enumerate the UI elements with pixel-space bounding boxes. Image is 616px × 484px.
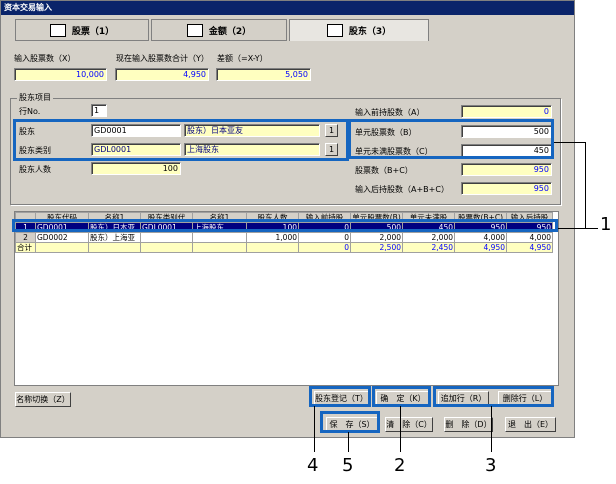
clear-button[interactable]: 清 除（C） bbox=[385, 417, 433, 432]
table-cell bbox=[140, 232, 193, 243]
current-total-label: 现在输入股票数合计（Y） bbox=[116, 54, 209, 63]
card-icon bbox=[326, 24, 343, 37]
highlight-box-confirm bbox=[372, 386, 431, 407]
highlight-box-save bbox=[320, 411, 380, 433]
row-no-label: 行No. bbox=[19, 107, 41, 116]
delete-button[interactable]: 删 除（D） bbox=[444, 417, 493, 432]
section-title: 股东项目 bbox=[17, 92, 53, 103]
highlight-box-row-buttons bbox=[433, 386, 554, 407]
highlight-box-grid-row bbox=[12, 219, 558, 232]
table-cell: 4,950 bbox=[506, 242, 553, 253]
table-cell: GD0002 bbox=[35, 232, 89, 243]
tab-stocks-label: 股票（1） bbox=[71, 26, 115, 37]
table-cell: 4,000 bbox=[454, 232, 507, 243]
table-cell: 0 bbox=[298, 232, 351, 243]
highlight-box-shareholder bbox=[13, 119, 349, 161]
total-row: 合计 0 2,500 2,450 4,950 4,950 bbox=[15, 242, 553, 253]
shares-label: 股票数（B+C） bbox=[355, 166, 413, 175]
callout-line bbox=[585, 142, 586, 229]
diff-field: 5,050 bbox=[216, 68, 311, 81]
table-cell bbox=[246, 242, 299, 253]
tab-shareholders[interactable]: 股东（3） bbox=[289, 19, 429, 41]
shareholder-grid[interactable]: 股东代码 名称1 股东类别代 名称1 股东人数 输入前持股 单元股票数(B) 单… bbox=[14, 211, 559, 386]
highlight-box-unit-shares bbox=[348, 119, 554, 159]
table-cell: 2,000 bbox=[402, 232, 455, 243]
row-no-field[interactable]: 1 bbox=[91, 104, 107, 117]
callout-line bbox=[314, 406, 315, 452]
exit-button[interactable]: 退 出（E） bbox=[505, 417, 556, 432]
table-cell: 2,000 bbox=[350, 232, 403, 243]
diff-label: 差额（=X-Y） bbox=[217, 54, 268, 63]
pre-input-field: 0 bbox=[461, 105, 552, 118]
tab-shareholders-label: 股东（3） bbox=[348, 27, 392, 37]
table-cell: 4,000 bbox=[506, 232, 553, 243]
pre-input-label: 输入前持股数（A） bbox=[355, 108, 425, 117]
table-row[interactable]: 2 GD0002 股东）上海亚 1,000 0 2,000 2,000 4,00… bbox=[15, 232, 553, 243]
ledger-icon bbox=[186, 23, 203, 37]
callout-number-1: 1 bbox=[600, 214, 612, 235]
shares-field: 950 bbox=[461, 163, 552, 176]
post-input-field: 950 bbox=[461, 182, 552, 195]
callout-line bbox=[491, 406, 492, 452]
callout-number-2: 2 bbox=[394, 455, 406, 476]
table-cell bbox=[88, 242, 141, 253]
callout-line bbox=[558, 228, 598, 229]
input-shares-field[interactable]: 10,000 bbox=[14, 68, 107, 81]
callout-line bbox=[348, 432, 349, 452]
table-cell bbox=[192, 242, 247, 253]
current-total-field: 4,950 bbox=[115, 68, 209, 81]
people-field[interactable]: 100 bbox=[91, 162, 181, 175]
table-cell: 合计 bbox=[15, 242, 36, 253]
table-cell: 2 bbox=[15, 232, 36, 243]
callout-line bbox=[400, 406, 401, 452]
table-cell bbox=[192, 232, 247, 243]
post-input-label: 输入后持股数（A+B+C） bbox=[355, 185, 449, 194]
window-title: 资本交易输入 bbox=[1, 1, 574, 15]
tab-amount-label: 金额（2） bbox=[208, 26, 252, 37]
table-cell: 2,500 bbox=[350, 242, 403, 253]
tab-amount[interactable]: 金额（2） bbox=[151, 19, 287, 41]
callout-number-3: 3 bbox=[485, 455, 497, 476]
input-shares-label: 输入股票数（X） bbox=[14, 54, 76, 63]
table-cell: 0 bbox=[298, 242, 351, 253]
tab-stocks[interactable]: 股票（1） bbox=[15, 19, 149, 41]
callout-line bbox=[554, 142, 585, 143]
table-cell: 股东）上海亚 bbox=[88, 232, 141, 243]
table-cell bbox=[140, 242, 193, 253]
callout-number-5: 5 bbox=[342, 455, 354, 476]
book-icon bbox=[49, 23, 66, 37]
callout-number-4: 4 bbox=[307, 455, 319, 476]
table-cell bbox=[35, 242, 89, 253]
table-cell: 1,000 bbox=[246, 232, 299, 243]
name-switch-button[interactable]: 名称切换（Z） bbox=[15, 392, 71, 407]
highlight-box-register bbox=[309, 386, 371, 407]
table-cell: 2,450 bbox=[402, 242, 455, 253]
table-cell: 4,950 bbox=[454, 242, 507, 253]
people-label: 股东人数 bbox=[19, 165, 51, 174]
